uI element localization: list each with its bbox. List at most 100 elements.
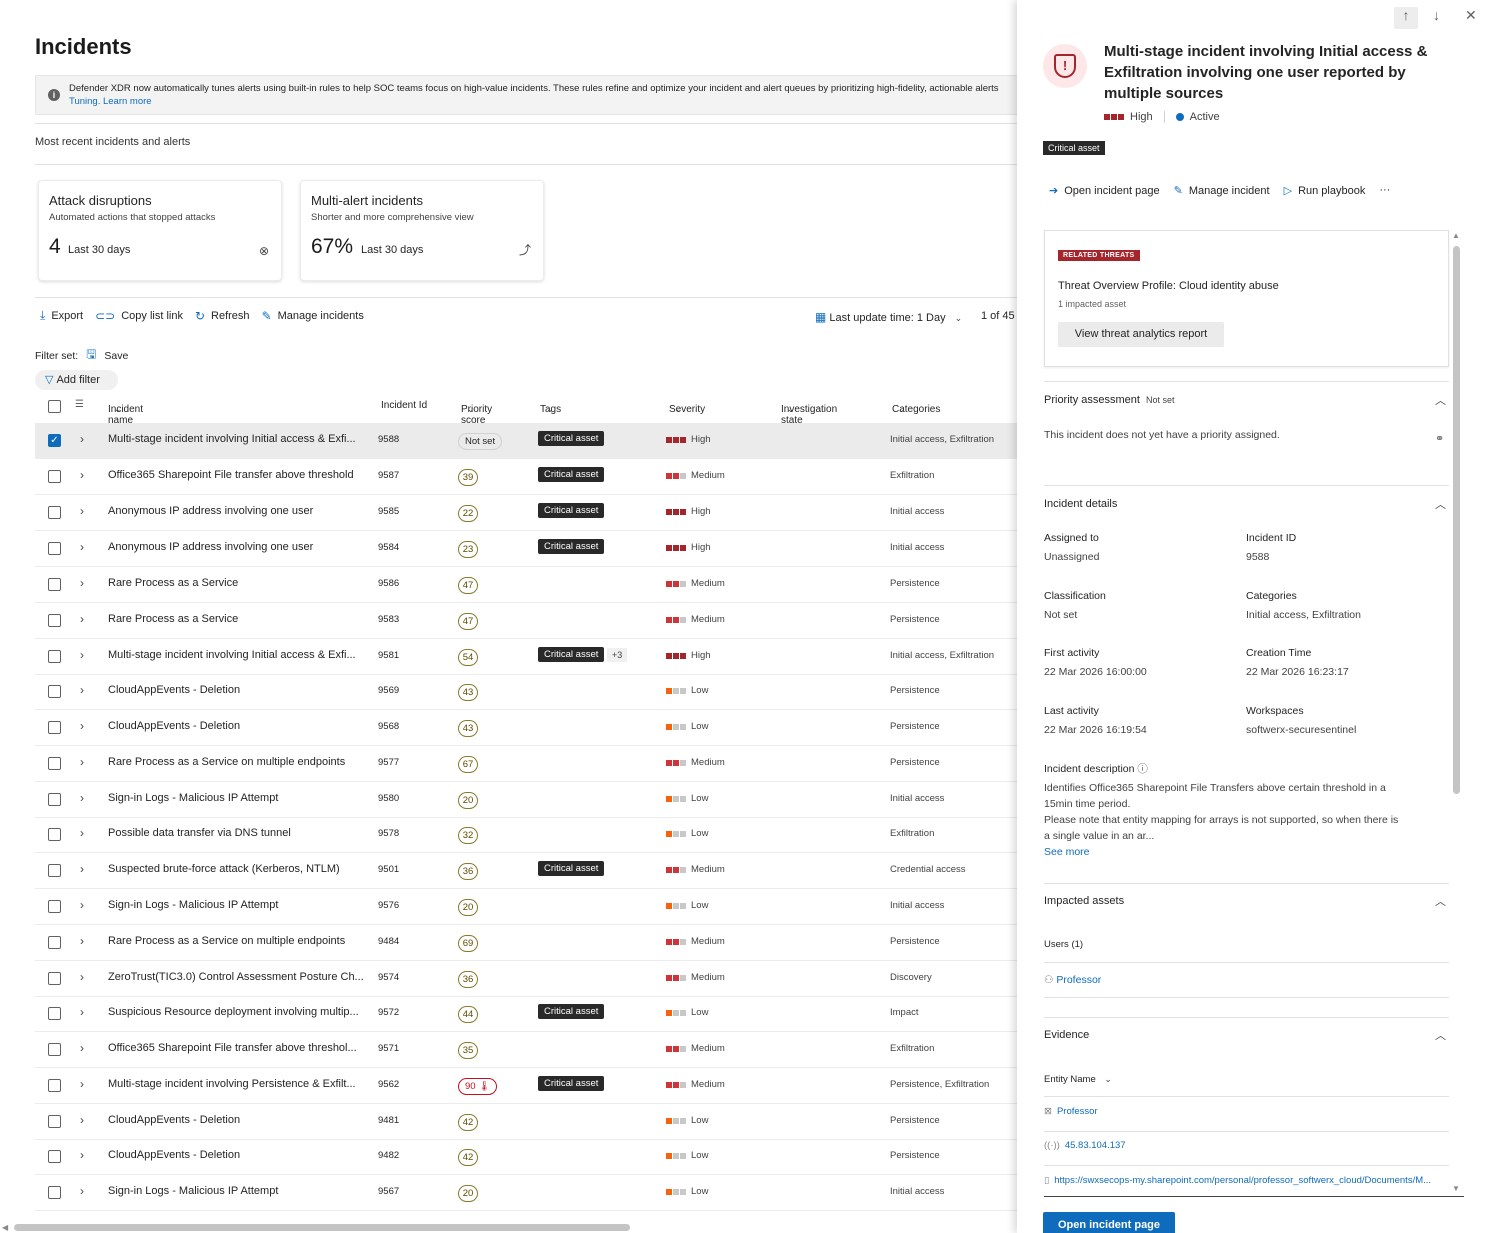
- copy-link-button[interactable]: ⊂⊃ Copy list link: [95, 308, 183, 323]
- save-icon[interactable]: 🖫: [86, 345, 96, 366]
- save-filter-button[interactable]: Save: [104, 350, 128, 362]
- incident-name[interactable]: Rare Process as a Service: [108, 613, 373, 625]
- incident-name[interactable]: Sign-in Logs - Malicious IP Attempt: [108, 1185, 373, 1197]
- chevron-right-icon[interactable]: ›: [80, 1184, 84, 1198]
- chevron-up-icon[interactable]: ︿: [1435, 1027, 1446, 1043]
- next-incident-button[interactable]: ↓: [1433, 7, 1440, 23]
- table-row[interactable]: › Suspicious Resource deployment involvin…: [35, 996, 1017, 1032]
- row-checkbox[interactable]: [48, 793, 61, 806]
- chevron-up-icon[interactable]: ︿: [1435, 392, 1446, 408]
- table-row[interactable]: › CloudAppEvents - Deletion 9481 42 Low Persi…: [35, 1104, 1017, 1140]
- link-chain-icon[interactable]: ⚭: [1435, 432, 1444, 445]
- tuning-link[interactable]: Tuning.: [69, 96, 100, 107]
- chevron-right-icon[interactable]: ›: [80, 862, 84, 876]
- chevron-right-icon[interactable]: ›: [80, 1077, 84, 1091]
- chevron-right-icon[interactable]: ›: [80, 648, 84, 662]
- row-checkbox[interactable]: [48, 1186, 61, 1199]
- incident-details-heading[interactable]: Incident details: [1044, 498, 1117, 510]
- chevron-right-icon[interactable]: ›: [80, 504, 84, 518]
- table-row[interactable]: ✓ › Multi-stage incident involving Initial…: [35, 423, 1017, 459]
- chevron-right-icon[interactable]: ›: [80, 683, 84, 697]
- chevron-right-icon[interactable]: ›: [80, 1005, 84, 1019]
- row-checkbox[interactable]: [48, 614, 61, 627]
- row-checkbox[interactable]: [48, 470, 61, 483]
- entity-name-column[interactable]: Entity Name ⌄: [1044, 1071, 1112, 1088]
- table-row[interactable]: › Multi-stage incident involving Initial …: [35, 639, 1017, 675]
- evidence-heading[interactable]: Evidence: [1044, 1029, 1089, 1041]
- close-icon[interactable]: ✕: [1465, 7, 1477, 24]
- incident-name[interactable]: Anonymous IP address involving one user: [108, 541, 373, 553]
- row-checkbox[interactable]: [48, 828, 61, 841]
- incident-name[interactable]: Suspicious Resource deployment involving…: [108, 1006, 373, 1018]
- table-row[interactable]: › CloudAppEvents - Deletion 9568 43 Low Persi…: [35, 710, 1017, 746]
- chevron-right-icon[interactable]: ›: [80, 934, 84, 948]
- row-checkbox[interactable]: [48, 936, 61, 949]
- table-row[interactable]: › Anonymous IP address involving one user…: [35, 531, 1017, 567]
- incident-name[interactable]: Multi-stage incident involving Initial a…: [108, 649, 373, 661]
- chevron-up-icon[interactable]: ︿: [1435, 496, 1446, 512]
- list-icon[interactable]: ☰: [75, 399, 84, 410]
- horizontal-scrollbar[interactable]: [14, 1224, 630, 1231]
- table-row[interactable]: › ZeroTrust(TIC3.0) Control Assessment Po…: [35, 961, 1017, 997]
- incident-name[interactable]: Office365 Sharepoint File transfer above…: [108, 469, 373, 481]
- incident-name[interactable]: Multi-stage incident involving Initial a…: [108, 433, 373, 445]
- incident-name[interactable]: CloudAppEvents - Deletion: [108, 1149, 373, 1161]
- row-checkbox[interactable]: [48, 578, 61, 591]
- table-row[interactable]: › CloudAppEvents - Deletion 9482 42 Low Persi…: [35, 1139, 1017, 1175]
- select-all-checkbox[interactable]: [48, 400, 61, 413]
- incident-name[interactable]: CloudAppEvents - Deletion: [108, 1114, 373, 1126]
- chevron-right-icon[interactable]: ›: [80, 612, 84, 626]
- more-actions-button[interactable]: ···: [1379, 184, 1390, 197]
- incident-name[interactable]: Multi-stage incident involving Persisten…: [108, 1078, 373, 1090]
- row-checkbox[interactable]: [48, 650, 61, 663]
- incident-name[interactable]: Rare Process as a Service on multiple en…: [108, 756, 373, 768]
- chevron-up-icon[interactable]: ︿: [1435, 893, 1446, 909]
- row-checkbox[interactable]: [48, 757, 61, 770]
- chevron-right-icon[interactable]: ›: [80, 1113, 84, 1127]
- row-checkbox[interactable]: [48, 506, 61, 519]
- chevron-right-icon[interactable]: ›: [80, 432, 84, 446]
- row-checkbox[interactable]: [48, 1150, 61, 1163]
- see-more-link[interactable]: See more: [1044, 844, 1398, 860]
- row-checkbox[interactable]: ✓: [48, 434, 61, 447]
- table-row[interactable]: › Rare Process as a Service on multiple e…: [35, 746, 1017, 782]
- table-row[interactable]: › Sign-in Logs - Malicious IP Attempt 9576…: [35, 889, 1017, 925]
- more-tags-badge[interactable]: +3: [607, 648, 628, 662]
- row-checkbox[interactable]: [48, 864, 61, 877]
- incident-name[interactable]: Possible data transfer via DNS tunnel: [108, 827, 373, 839]
- row-checkbox[interactable]: [48, 1115, 61, 1128]
- row-checkbox[interactable]: [48, 1079, 61, 1092]
- evidence-item[interactable]: ((·)) 45.83.104.137: [1044, 1140, 1449, 1151]
- open-incident-page-button[interactable]: Open incident page: [1043, 1212, 1175, 1233]
- scroll-up-icon[interactable]: ▲: [1452, 231, 1460, 240]
- view-threat-report-button[interactable]: View threat analytics report: [1058, 322, 1224, 347]
- priority-heading[interactable]: Priority assessment Not set: [1044, 394, 1175, 406]
- table-row[interactable]: › Office365 Sharepoint File transfer abov…: [35, 459, 1017, 495]
- chevron-right-icon[interactable]: ›: [80, 719, 84, 733]
- table-row[interactable]: › Suspected brute-force attack (Kerberos,…: [35, 853, 1017, 889]
- manage-incidents-button[interactable]: ✎ Manage incidents: [262, 308, 364, 323]
- incident-name[interactable]: Sign-in Logs - Malicious IP Attempt: [108, 792, 373, 804]
- multi-alert-card[interactable]: Multi-alert incidents Shorter and more c…: [300, 180, 544, 281]
- learn-more-link[interactable]: Learn more: [103, 96, 152, 107]
- table-row[interactable]: › Possible data transfer via DNS tunnel 95…: [35, 817, 1017, 853]
- chevron-right-icon[interactable]: ›: [80, 1041, 84, 1055]
- table-row[interactable]: › Office365 Sharepoint File transfer abov…: [35, 1032, 1017, 1068]
- refresh-button[interactable]: ↻ Refresh: [195, 308, 250, 323]
- scroll-left-icon[interactable]: ◀: [2, 1223, 8, 1232]
- table-row[interactable]: › Sign-in Logs - Malicious IP Attempt 9580…: [35, 782, 1017, 818]
- row-checkbox[interactable]: [48, 972, 61, 985]
- impacted-user[interactable]: ⚇ Professor: [1044, 972, 1101, 988]
- incident-name[interactable]: CloudAppEvents - Deletion: [108, 684, 373, 696]
- chevron-right-icon[interactable]: ›: [80, 791, 84, 805]
- incident-name[interactable]: Office365 Sharepoint File transfer above…: [108, 1042, 373, 1054]
- chevron-right-icon[interactable]: ›: [80, 540, 84, 554]
- chevron-right-icon[interactable]: ›: [80, 970, 84, 984]
- previous-incident-button[interactable]: ↑: [1394, 7, 1418, 29]
- table-row[interactable]: › Rare Process as a Service on multiple e…: [35, 925, 1017, 961]
- chevron-right-icon[interactable]: ›: [80, 826, 84, 840]
- incident-name[interactable]: Suspected brute-force attack (Kerberos, …: [108, 863, 373, 875]
- export-button[interactable]: ⤓ Export: [40, 308, 83, 323]
- chevron-right-icon[interactable]: ›: [80, 898, 84, 912]
- table-row[interactable]: › Anonymous IP address involving one user…: [35, 495, 1017, 531]
